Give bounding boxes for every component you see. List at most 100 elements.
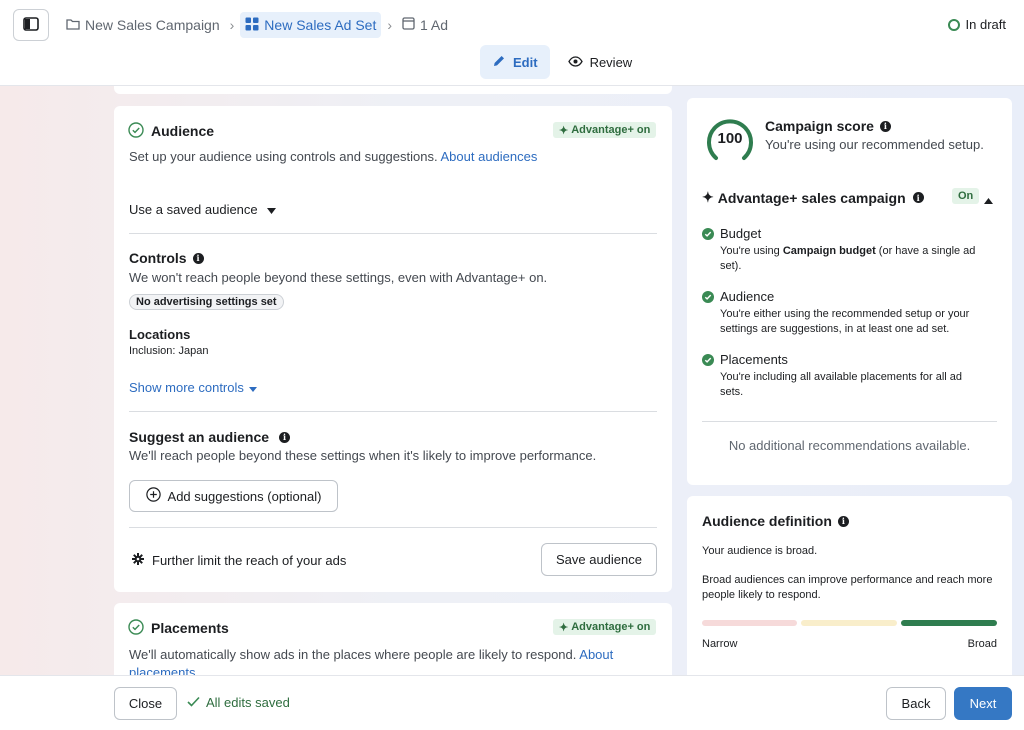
controls-title: Controls i [129, 250, 204, 266]
placements-desc-2: sets. [720, 386, 744, 398]
plus-circle-icon [145, 487, 161, 505]
budget-desc-bold: Campaign budget [782, 245, 876, 257]
advantage-badge: ✦ Advantage+ on [553, 122, 657, 138]
caret-up-icon[interactable] [984, 192, 993, 207]
check-icon [702, 354, 714, 366]
gear-icon [132, 553, 144, 568]
next-button[interactable]: Next [954, 687, 1012, 720]
info-icon[interactable]: i [837, 515, 849, 527]
audience-title: Audience [151, 123, 215, 139]
info-icon[interactable]: i [879, 120, 891, 132]
breadcrumb: New Sales Campaign › New Sales Ad Set › … [62, 12, 452, 38]
breadcrumb-adset-label: New Sales Ad Set [264, 17, 377, 33]
breadcrumb-ad-label: 1 Ad [420, 17, 449, 33]
previous-section-card [114, 86, 672, 94]
advantage-on-badge: On [952, 188, 980, 204]
score-item-audience-desc: You're either using the recommended setu… [720, 307, 995, 337]
show-more-controls-link[interactable]: Show more controls [129, 380, 257, 395]
sidebar-panel-icon [23, 16, 39, 34]
placements-desc-1: You're including all available placement… [720, 371, 963, 383]
campaign-score-card: 100 Campaign score i You're using our re… [687, 98, 1012, 485]
sidebar-toggle-button[interactable] [13, 9, 49, 41]
show-more-controls-label: Show more controls [129, 380, 244, 395]
add-suggestions-button[interactable]: Add suggestions (optional) [129, 480, 338, 512]
ad-window-icon [402, 17, 415, 33]
audience-desc-1: You're either using the recommended setu… [720, 308, 970, 320]
budget-desc-after: (or have a single ad [875, 245, 976, 257]
budget-desc-text: You're using [720, 245, 783, 257]
advantage-section-title: Advantage+ sales campaign [717, 189, 906, 206]
check-circle-icon [128, 122, 144, 141]
chevron-right-icon: › [229, 17, 235, 33]
divider [129, 233, 657, 234]
divider [702, 421, 997, 422]
divider [129, 411, 657, 412]
placements-title: Placements [151, 620, 229, 636]
pencil-icon [492, 54, 506, 71]
audience-desc-2: settings are suggestions, in at least on… [720, 323, 950, 335]
draft-circle-icon [947, 18, 960, 31]
info-icon[interactable]: i [912, 192, 924, 203]
controls-title-label: Controls [129, 250, 187, 266]
suggest-description: We'll reach people beyond these settings… [129, 448, 597, 463]
advantage-badge-label: Advantage+ on [571, 621, 651, 633]
sparkle-icon: ✦ [559, 124, 569, 137]
draft-status: In draft [947, 17, 1006, 32]
placements-description-text: We'll automatically show ads in the plac… [129, 647, 577, 662]
score-item-budget-title: Budget [720, 226, 762, 241]
top-bar: New Sales Campaign › New Sales Ad Set › … [0, 0, 1024, 86]
scale-narrow-segment [702, 620, 797, 626]
score-item-placements-title: Placements [720, 352, 788, 367]
save-status: All edits saved [187, 695, 290, 710]
edit-tab[interactable]: Edit [480, 45, 550, 79]
scale-mid-segment [801, 620, 897, 626]
save-audience-button[interactable]: Save audience [541, 543, 657, 576]
definition-summary: Your audience is broad. [702, 545, 818, 557]
no-settings-pill: No advertising settings set [129, 294, 284, 310]
breadcrumb-campaign-label: New Sales Campaign [85, 17, 220, 33]
score-title: Campaign score i [765, 118, 891, 134]
suggest-title: Suggest an audience i [129, 429, 291, 445]
further-limit-row[interactable]: Further limit the reach of your ads [132, 553, 346, 568]
audience-definition-card: Audience definition i Your audience is b… [687, 496, 1012, 675]
advantage-badge: ✦ Advantage+ on [553, 619, 657, 635]
add-suggestions-label: Add suggestions (optional) [167, 488, 322, 504]
check-icon [702, 291, 714, 303]
scale-broad-label: Broad [967, 638, 997, 650]
audience-description: Set up your audience using controls and … [129, 149, 537, 164]
info-icon[interactable]: i [279, 431, 291, 443]
about-placements-link-cont[interactable]: placements [129, 665, 195, 675]
chevron-right-icon: › [387, 17, 393, 33]
audience-card: Audience ✦ Advantage+ on Set up your aud… [114, 106, 672, 592]
score-item-budget-desc: You're using Campaign budget (or have a … [720, 244, 990, 274]
edit-tab-label: Edit [513, 54, 538, 70]
definition-explain-2: people likely to respond. [702, 589, 821, 601]
check-icon [702, 228, 714, 240]
close-button[interactable]: Close [114, 687, 177, 720]
audience-description-text: Set up your audience using controls and … [129, 149, 438, 164]
review-tab[interactable]: Review [556, 45, 645, 79]
divider [129, 527, 657, 528]
breadcrumb-adset[interactable]: New Sales Ad Set [240, 12, 382, 38]
back-button[interactable]: Back [886, 687, 946, 720]
about-placements-link[interactable]: About [579, 647, 613, 662]
score-item-placements-desc: You're including all available placement… [720, 370, 990, 400]
advantage-section-header[interactable]: ✦ Advantage+ sales campaign i [702, 189, 924, 206]
score-title-label: Campaign score [765, 118, 874, 134]
suggest-title-label: Suggest an audience [129, 429, 270, 445]
locations-value: Inclusion: Japan [129, 345, 209, 357]
draft-status-label: In draft [965, 17, 1006, 32]
saved-audience-label: Use a saved audience [129, 202, 258, 217]
about-audiences-link[interactable]: About audiences [441, 149, 538, 164]
locations-title: Locations [129, 327, 191, 342]
breadcrumb-ad[interactable]: 1 Ad [398, 12, 452, 38]
bottom-bar: Close All edits saved Back Next [0, 675, 1024, 730]
definition-title-label: Audience definition [702, 513, 832, 529]
folder-icon [66, 17, 80, 33]
review-tab-label: Review [589, 54, 633, 70]
breadcrumb-campaign[interactable]: New Sales Campaign [62, 12, 224, 38]
caret-down-icon [248, 380, 257, 395]
eye-icon [567, 55, 583, 70]
info-icon[interactable]: i [192, 252, 204, 264]
saved-audience-dropdown[interactable]: Use a saved audience [129, 202, 276, 217]
